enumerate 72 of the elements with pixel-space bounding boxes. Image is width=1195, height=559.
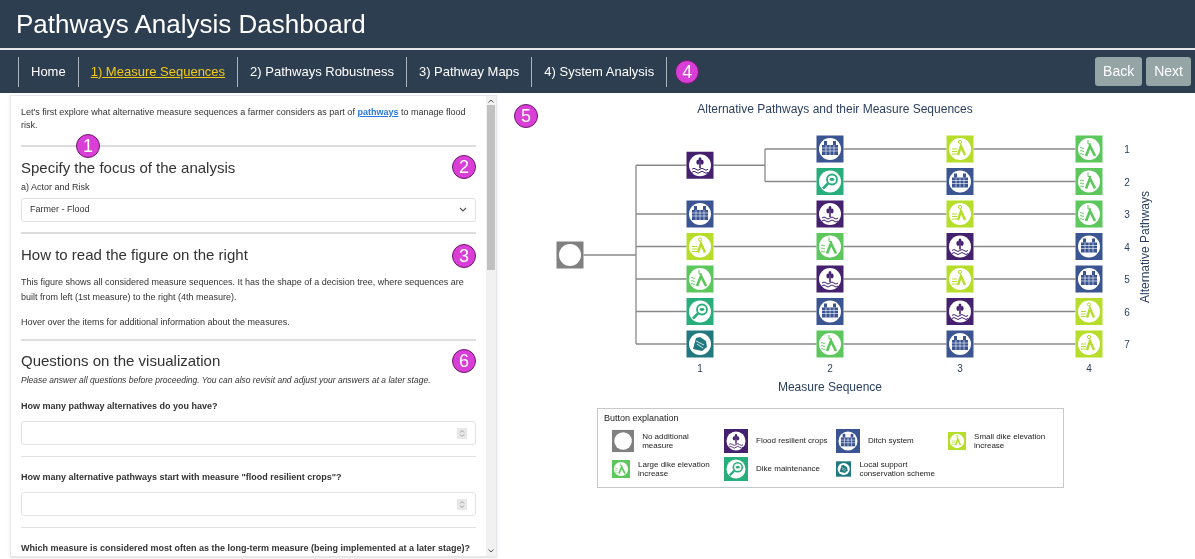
nav-tab[interactable]: 2) Pathways Robustness (237, 56, 406, 87)
pathway-number: 4 (1124, 241, 1130, 253)
nav-tab[interactable]: 1) Measure Sequences (77, 56, 238, 87)
axis-tick-label: 4 (1086, 363, 1092, 374)
measure-icon[interactable] (816, 200, 844, 228)
instruction-text: Please answer all questions before proceeding. You can also revisit and adjust your answers at a later stage. (21, 373, 432, 387)
measure-icon[interactable] (816, 135, 844, 163)
y-axis-title: Alternative Pathways (1138, 190, 1152, 304)
pathway-number: 2 (1124, 176, 1130, 188)
pathway-number: 6 (1124, 306, 1130, 318)
question-text: How many alternative pathways start with measure "flood resilient crops"? (21, 471, 343, 485)
legend-label: Flood resilient crops (756, 436, 828, 445)
measure-icon[interactable] (1075, 233, 1103, 260)
measure-icon[interactable] (836, 428, 860, 453)
field-label: a) Actor and Risk (21, 181, 91, 194)
legend-label: Small dike elevation increase (974, 431, 1047, 450)
measure-icon[interactable] (686, 151, 714, 179)
chart-title: Alternative Pathways and their Measure Sequences (697, 102, 973, 116)
nav-tab[interactable]: 3) Pathway Maps (405, 56, 532, 87)
pathway-number: 5 (1124, 274, 1130, 285)
empty-circle-icon[interactable] (612, 429, 635, 452)
measure-icon[interactable] (946, 298, 974, 325)
number-callout: 3 (452, 244, 476, 268)
number-callout: 2 (452, 155, 476, 179)
number-callout: 5 (514, 104, 538, 128)
measure-icon[interactable] (816, 298, 844, 325)
legend-label: Ditch system (868, 436, 914, 445)
legend-label: Large dike elevation increase (638, 459, 711, 478)
dashboard-title: Pathways Analysis Dashboard (16, 11, 366, 37)
section-heading: Questions on the visualization (21, 350, 221, 371)
legend-title: Button explanation (604, 412, 680, 425)
measure-icon[interactable] (946, 168, 974, 195)
actor-risk-dropdown[interactable]: Farmer - Flood (21, 197, 476, 222)
number-callout: 6 (452, 349, 476, 373)
question-text: How many pathway alternatives do you have? (21, 400, 219, 414)
nav-tab[interactable]: Home (18, 56, 78, 87)
empty-circle-icon[interactable] (556, 241, 584, 269)
spinner-icon[interactable] (457, 427, 467, 439)
axis-tick-label: 2 (827, 363, 833, 374)
question-text: Which measure is considered most often as the long-term measure (being implemented at a later stage)? (21, 542, 472, 556)
scroll-down-icon[interactable] (488, 549, 494, 553)
spinner-icon[interactable] (457, 498, 467, 510)
legend-label: No additional measure (642, 431, 690, 450)
axis-tick-label: 1 (697, 363, 703, 374)
nav-tab[interactable]: 4) System Analysis (531, 56, 667, 87)
section-heading: How to read the figure on the right (21, 244, 248, 265)
pathway-number: 3 (1124, 209, 1130, 220)
pathway-number: 1 (1124, 144, 1130, 155)
measure-icon[interactable] (724, 428, 748, 453)
measure-icon[interactable] (946, 233, 974, 260)
legend-label: Dike maintenance (756, 464, 821, 473)
axis-tick-label: 3 (957, 363, 963, 374)
number-callout: 1 (76, 134, 100, 158)
number-input[interactable] (21, 492, 476, 517)
scroll-thumb[interactable] (487, 105, 495, 270)
measure-icon[interactable] (686, 200, 714, 228)
measure-icon[interactable] (1075, 265, 1103, 293)
pathways-link[interactable]: pathways (357, 107, 399, 117)
measure-icon[interactable] (816, 265, 844, 293)
paragraph-text: Hover over the items for additional information about the measures. (21, 315, 291, 329)
number-input[interactable] (21, 421, 476, 446)
chevron-down-icon (459, 206, 467, 213)
measure-icon[interactable] (946, 330, 974, 358)
pathway-number: 7 (1124, 339, 1130, 350)
section-heading: Specify the focus of the analysis (21, 158, 236, 178)
x-axis-title: Measure Sequence (777, 380, 883, 394)
paragraph-text: This figure shows all considered measure sequences. It has the shape of a decision tree, where sequences are built from left (1st measure) to the right (4th measure). (21, 275, 465, 304)
intro-text: Let's first explore what alternative measure sequences a farmer considers as part of pathways to manage flood risk. (21, 106, 467, 132)
scrollbar[interactable] (486, 96, 496, 556)
legend-label: Local support conservation scheme (859, 459, 936, 478)
number-callout: 4 (675, 59, 700, 84)
scroll-up-icon[interactable] (488, 99, 494, 103)
